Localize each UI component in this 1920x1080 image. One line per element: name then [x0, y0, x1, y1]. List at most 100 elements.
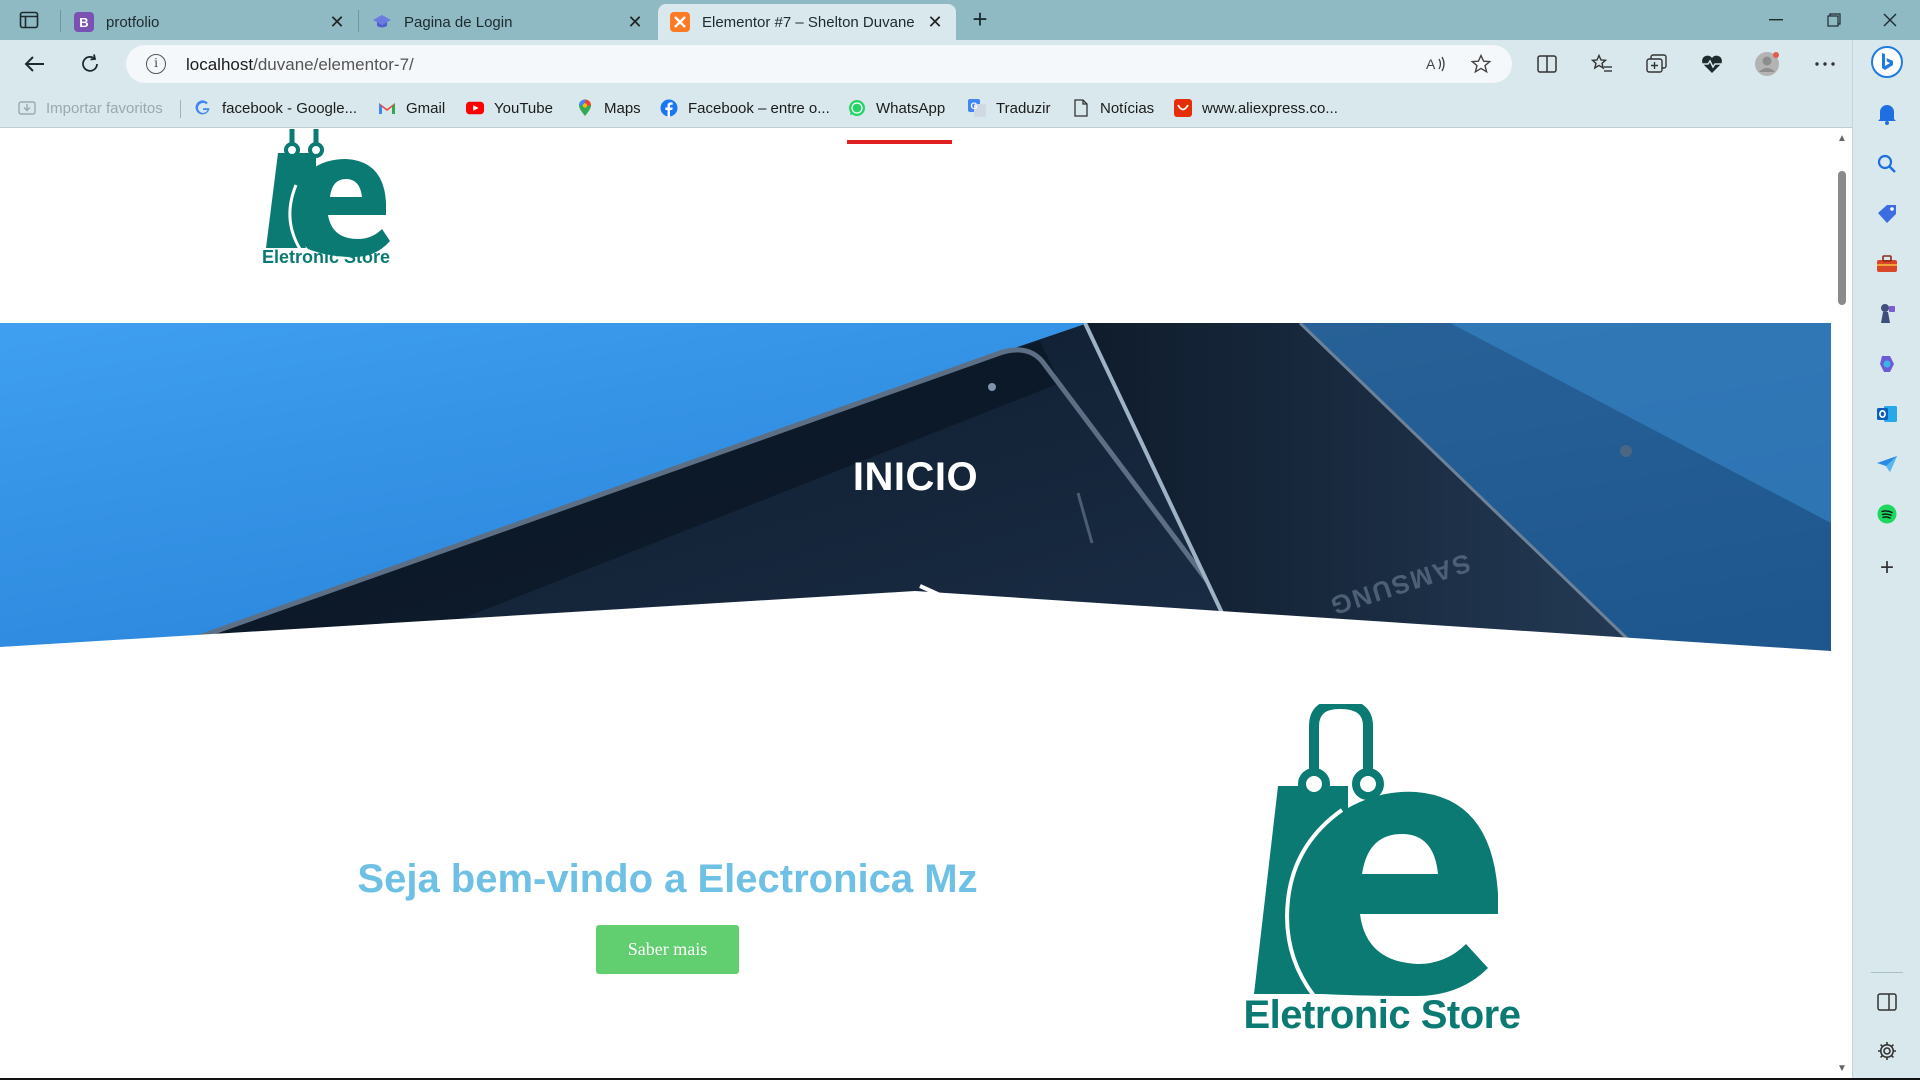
- favorite-label: Traduzir: [996, 99, 1051, 117]
- favorite-aliexpress[interactable]: www.aliexpress.co...: [1174, 96, 1338, 120]
- tab-separator: [358, 10, 359, 32]
- refresh-icon: [82, 54, 98, 72]
- favorite-label: Notícias: [1100, 99, 1155, 117]
- favorites-bar: Importar favoritos facebook - Google... …: [0, 88, 1852, 128]
- favorite-label: www.aliexpress.co...: [1202, 99, 1338, 117]
- tab-pagina-de-login[interactable]: Pagina de Login ✕: [360, 4, 656, 40]
- ellipsis-icon: [1815, 62, 1835, 66]
- notifications-button[interactable]: [1873, 100, 1901, 128]
- scroll-thumb[interactable]: [1838, 171, 1846, 305]
- favorite-label: WhatsApp: [876, 99, 946, 117]
- favorite-gmail[interactable]: Gmail: [378, 96, 445, 120]
- copilot-icon: [1880, 356, 1894, 372]
- restore-button[interactable]: [1806, 0, 1862, 40]
- split-screen-button[interactable]: [1532, 50, 1562, 78]
- favorite-import[interactable]: Importar favoritos: [18, 96, 163, 120]
- refresh-button[interactable]: [72, 48, 108, 80]
- copilot-bing-button[interactable]: [1869, 44, 1905, 80]
- tab-protfolio[interactable]: B protfolio ✕: [62, 4, 358, 40]
- new-tab-button[interactable]: +: [966, 6, 994, 34]
- bing-icon: [1871, 46, 1903, 78]
- tab-elementor-7[interactable]: Elementor #7 – Shelton Duvane ✕: [658, 4, 956, 40]
- read-aloud-icon[interactable]: A: [1424, 52, 1450, 76]
- close-window-button[interactable]: [1862, 0, 1918, 40]
- close-tab-icon[interactable]: ✕: [328, 12, 346, 33]
- close-tab-icon[interactable]: ✕: [926, 12, 944, 33]
- scroll-up-icon[interactable]: ▲: [1836, 133, 1848, 145]
- gear-icon: [1878, 1042, 1896, 1060]
- sidebar-separator: [1871, 972, 1903, 973]
- url-text[interactable]: localhost/duvane/elementor-7/: [186, 55, 414, 75]
- site-header: Eletronic Store: [0, 129, 1831, 323]
- minimize-icon: [1769, 19, 1783, 21]
- drop-button[interactable]: [1873, 450, 1901, 478]
- youtube-icon: [466, 99, 484, 117]
- whatsapp-icon: [848, 99, 866, 117]
- tab-actions-button[interactable]: [14, 8, 44, 32]
- favorite-noticias[interactable]: Notícias: [1072, 96, 1154, 120]
- favorites-separator: [180, 100, 181, 118]
- back-arrow-icon: [24, 56, 44, 72]
- address-bar[interactable]: i localhost/duvane/elementor-7/ A: [126, 45, 1512, 83]
- add-sidebar-app-button[interactable]: +: [1873, 554, 1901, 582]
- favorite-label: Gmail: [406, 99, 446, 117]
- minimize-button[interactable]: [1748, 0, 1804, 40]
- xampp-icon: [670, 12, 690, 32]
- nav-active-indicator: [847, 140, 952, 144]
- favorite-label: Maps: [604, 99, 641, 117]
- favorites-button[interactable]: [1587, 50, 1617, 78]
- avatar-icon: [1755, 52, 1779, 76]
- more-options-button[interactable]: [1810, 50, 1840, 78]
- saber-mais-button[interactable]: Saber mais: [596, 925, 739, 974]
- favorite-traduzir[interactable]: G Traduzir: [968, 96, 1050, 120]
- favorite-star-icon[interactable]: [1468, 52, 1494, 76]
- shopping-tag-icon: [1878, 205, 1896, 223]
- games-button[interactable]: [1873, 300, 1901, 328]
- collections-button[interactable]: [1642, 50, 1672, 78]
- hero-title: INICIO: [852, 455, 979, 499]
- scroll-down-icon[interactable]: ▼: [1836, 1063, 1848, 1075]
- tools-button[interactable]: [1873, 250, 1901, 278]
- favorite-youtube[interactable]: YouTube: [466, 96, 553, 120]
- document-icon: [1072, 99, 1090, 117]
- favorite-maps[interactable]: Maps: [576, 96, 641, 120]
- back-button[interactable]: [16, 48, 52, 80]
- spotify-icon: [1877, 504, 1897, 524]
- favorite-label: YouTube: [494, 99, 553, 117]
- page-scrollbar[interactable]: ▲ ▼: [1831, 129, 1852, 1080]
- google-icon: [194, 99, 212, 117]
- sidebar-settings-button[interactable]: [1873, 1037, 1901, 1065]
- aliexpress-icon: [1174, 99, 1192, 117]
- url-host: localhost: [186, 55, 254, 74]
- browser-essentials-button[interactable]: [1697, 50, 1727, 78]
- page-viewport[interactable]: Eletronic Store SAMSUNG INICIO Seja bem-…: [0, 129, 1852, 1080]
- chess-piece-icon: [1881, 304, 1895, 323]
- paper-plane-icon: [1877, 456, 1897, 472]
- favorite-facebook[interactable]: Facebook – entre o...: [660, 96, 830, 120]
- welcome-heading: Seja bem-vindo a Electronica Mz: [357, 857, 978, 901]
- shopping-button[interactable]: [1873, 200, 1901, 228]
- sidebar-panel-icon: [1877, 993, 1897, 1011]
- svg-text:G: G: [971, 101, 978, 111]
- hide-sidebar-button[interactable]: [1873, 988, 1901, 1016]
- heart-pulse-icon: [1702, 55, 1722, 73]
- site-info-icon[interactable]: i: [146, 54, 166, 74]
- bootstrap-icon: B: [74, 12, 94, 32]
- hero-banner: SAMSUNG INICIO: [0, 323, 1831, 651]
- outlook-icon: [1877, 406, 1897, 422]
- close-icon: [1883, 13, 1897, 27]
- tab-title: Pagina de Login: [404, 13, 513, 31]
- graduation-cap-icon: [372, 12, 392, 32]
- search-sidebar-button[interactable]: [1873, 150, 1901, 178]
- import-favorites-icon: [18, 99, 36, 117]
- close-tab-icon[interactable]: ✕: [626, 12, 644, 33]
- spotify-button[interactable]: [1873, 500, 1901, 528]
- outlook-button[interactable]: [1873, 400, 1901, 428]
- tab-title: protfolio: [106, 13, 160, 31]
- favorites-list-icon: [1591, 54, 1612, 72]
- copilot-app-button[interactable]: [1873, 350, 1901, 378]
- favorite-whatsapp[interactable]: WhatsApp: [848, 96, 945, 120]
- favorite-google[interactable]: facebook - Google...: [194, 96, 357, 120]
- search-icon: [1877, 154, 1896, 173]
- profile-button[interactable]: [1752, 50, 1782, 78]
